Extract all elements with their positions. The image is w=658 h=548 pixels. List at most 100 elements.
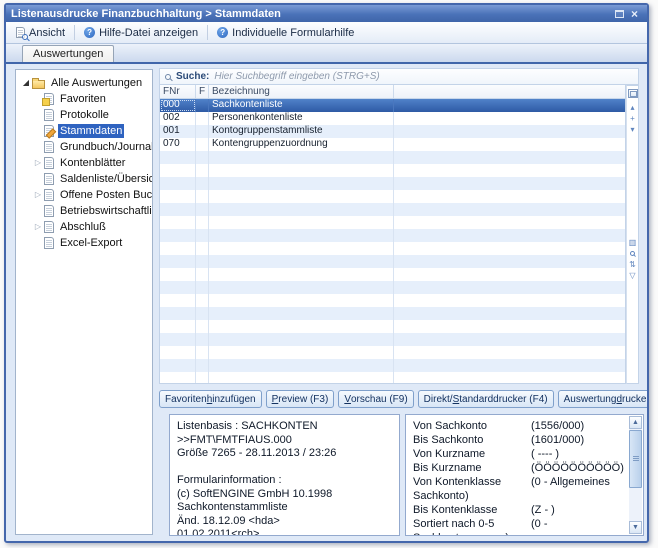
title-bar[interactable]: Listenausdrucke Finanzbuchhaltung > Stam… xyxy=(6,5,647,22)
table-row-empty[interactable] xyxy=(160,307,625,320)
expanded-arrow-icon[interactable]: ◢ xyxy=(20,78,32,88)
tab-auswertungen[interactable]: Auswertungen xyxy=(22,45,114,62)
search-label: Suche: xyxy=(176,71,209,82)
scroll-top-icon[interactable]: ▴ xyxy=(630,102,634,113)
param-row: Sortiert nach 0-5(0 - Sachkontonummer) xyxy=(413,517,627,535)
columns-icon[interactable]: ▥ xyxy=(629,237,637,248)
toolbar-item-individuelle-formularhilfe[interactable]: ?Individuelle Formularhilfe xyxy=(211,25,360,41)
cell-bezeichnung xyxy=(209,333,394,346)
scrollbar-thumb[interactable] xyxy=(629,430,642,488)
tree-item-saldenliste-übersicht[interactable]: Saldenliste/Übersicht xyxy=(16,171,152,187)
collapsed-arrow-icon[interactable]: ▷ xyxy=(32,190,44,200)
window-title: Listenausdrucke Finanzbuchhaltung > Stam… xyxy=(11,8,281,20)
scroll-down-icon[interactable]: ▼ xyxy=(629,521,642,534)
search-bar[interactable]: Suche: xyxy=(159,68,639,85)
collapsed-arrow-icon[interactable]: ▷ xyxy=(32,222,44,232)
tree-item-abschluß[interactable]: ▷Abschluß xyxy=(16,219,152,235)
column-header-fnr[interactable]: FNr xyxy=(160,85,196,98)
document-icon xyxy=(44,141,54,153)
tree-item-favoriten[interactable]: Favoriten xyxy=(16,91,152,107)
tree-item-betriebswirtschaftliche-auswertungen[interactable]: Betriebswirtschaftliche Auswertungen xyxy=(16,203,152,219)
table-row-empty[interactable] xyxy=(160,177,625,190)
tree-item-grundbuch-journale[interactable]: Grundbuch/Journale xyxy=(16,139,152,155)
button-vorschau-f9[interactable]: Vorschau (F9) xyxy=(338,390,413,408)
table-row-empty[interactable] xyxy=(160,151,625,164)
column-header-f[interactable]: F xyxy=(196,85,209,98)
parameters-scrollbar[interactable]: ▲ ▼ xyxy=(629,416,642,534)
table-row-empty[interactable] xyxy=(160,164,625,177)
tree-item-stammdaten[interactable]: Stammdaten xyxy=(16,123,152,139)
table-row-empty[interactable] xyxy=(160,372,625,383)
navigation-tree-panel: ◢ Alle Auswertungen FavoritenProtokolleSta… xyxy=(15,69,153,535)
button-auswertung-drucken[interactable]: Auswertung drucken xyxy=(558,390,649,408)
table-row-empty[interactable] xyxy=(160,229,625,242)
param-value: (ÖÖÖÖÖÖÖÖÖÖ) xyxy=(531,462,624,474)
scroll-up-icon[interactable]: ▲ xyxy=(629,416,642,429)
button-direkt-standarddrucker-f4[interactable]: Direkt/Standarddrucker (F4) xyxy=(418,390,554,408)
param-value: (Z - ) xyxy=(531,504,555,516)
table-row-empty[interactable] xyxy=(160,294,625,307)
cell-extra xyxy=(394,372,625,383)
restore-button[interactable] xyxy=(612,7,627,20)
cell-bezeichnung xyxy=(209,164,394,177)
cell-f xyxy=(196,294,209,307)
table-row[interactable]: 000Sachkontenliste xyxy=(160,99,625,112)
toolbar-item-label: Hilfe-Datei anzeigen xyxy=(99,27,198,39)
toolbar-item-hilfe-datei-anzeigen[interactable]: ?Hilfe-Datei anzeigen xyxy=(78,25,204,41)
table-row-empty[interactable] xyxy=(160,333,625,346)
tree-item-excel-export[interactable]: Excel-Export xyxy=(16,235,152,251)
sort-icon[interactable]: ⇅ xyxy=(629,259,636,270)
tree-item-alle-auswertungen[interactable]: ◢ Alle Auswertungen xyxy=(16,75,152,91)
table-row-empty[interactable] xyxy=(160,281,625,294)
param-label: Bis Sachkonto xyxy=(413,433,531,447)
column-header-extra[interactable] xyxy=(394,85,625,98)
column-chooser-icon[interactable] xyxy=(628,89,638,98)
table-row-empty[interactable] xyxy=(160,216,625,229)
cell-bezeichnung xyxy=(209,359,394,372)
collapsed-arrow-icon[interactable]: ▷ xyxy=(32,158,44,168)
table-row-empty[interactable] xyxy=(160,242,625,255)
cell-extra xyxy=(394,229,625,242)
cell-f xyxy=(196,255,209,268)
list-info-panel: Listenbasis : SACHKONTEN>>FMT\FMTFIAUS.0… xyxy=(169,414,400,536)
table-row-empty[interactable] xyxy=(160,359,625,372)
scroll-bottom-icon[interactable]: ▾ xyxy=(630,124,634,135)
cell-fnr xyxy=(160,216,196,229)
table-row[interactable]: 002Personenkontenliste xyxy=(160,112,625,125)
toolbar-item-ansicht[interactable]: Ansicht xyxy=(10,25,71,41)
tree-item-offene-posten-buchhaltung[interactable]: ▷Offene Posten Buchhaltung xyxy=(16,187,152,203)
cell-bezeichnung xyxy=(209,255,394,268)
table-row-empty[interactable] xyxy=(160,268,625,281)
table-row-empty[interactable] xyxy=(160,203,625,216)
cell-extra xyxy=(394,320,625,333)
cell-f xyxy=(196,151,209,164)
cell-fnr: 001 xyxy=(160,125,196,138)
cell-bezeichnung xyxy=(209,346,394,359)
row-move-icon[interactable]: + xyxy=(630,113,635,124)
zoom-icon[interactable] xyxy=(630,251,635,256)
cell-f xyxy=(196,190,209,203)
cell-bezeichnung xyxy=(209,151,394,164)
table-row[interactable]: 001Kontogruppenstammliste xyxy=(160,125,625,138)
close-button[interactable]: × xyxy=(627,7,642,20)
tree-item-label: Betriebswirtschaftliche Auswertungen xyxy=(58,204,153,218)
search-input[interactable] xyxy=(214,71,633,82)
table-row-empty[interactable] xyxy=(160,255,625,268)
cell-f xyxy=(196,203,209,216)
param-row: Bis Kurzname(ÖÖÖÖÖÖÖÖÖÖ) xyxy=(413,461,627,475)
table-row-empty[interactable] xyxy=(160,320,625,333)
button-preview-f3[interactable]: Preview (F3) xyxy=(266,390,335,408)
cell-fnr xyxy=(160,281,196,294)
tree-item-protokolle[interactable]: Protokolle xyxy=(16,107,152,123)
tree-item-label: Alle Auswertungen xyxy=(49,76,144,90)
table-row-empty[interactable] xyxy=(160,190,625,203)
column-header-bezeichnung[interactable]: Bezeichnung xyxy=(209,85,394,98)
main-area: Suche: FNr F Bezeichnung 000Sachkontenli… xyxy=(159,68,639,408)
button-favoriten-hinzufügen[interactable]: Favoriten hinzufügen xyxy=(159,390,262,408)
table-row[interactable]: 070Kontengruppenzuordnung xyxy=(160,138,625,151)
tree-item-label: Favoriten xyxy=(58,92,108,106)
cell-extra xyxy=(394,333,625,346)
filter-icon[interactable]: ▽ xyxy=(629,270,635,281)
tree-item-kontenblätter[interactable]: ▷Kontenblätter xyxy=(16,155,152,171)
table-row-empty[interactable] xyxy=(160,346,625,359)
